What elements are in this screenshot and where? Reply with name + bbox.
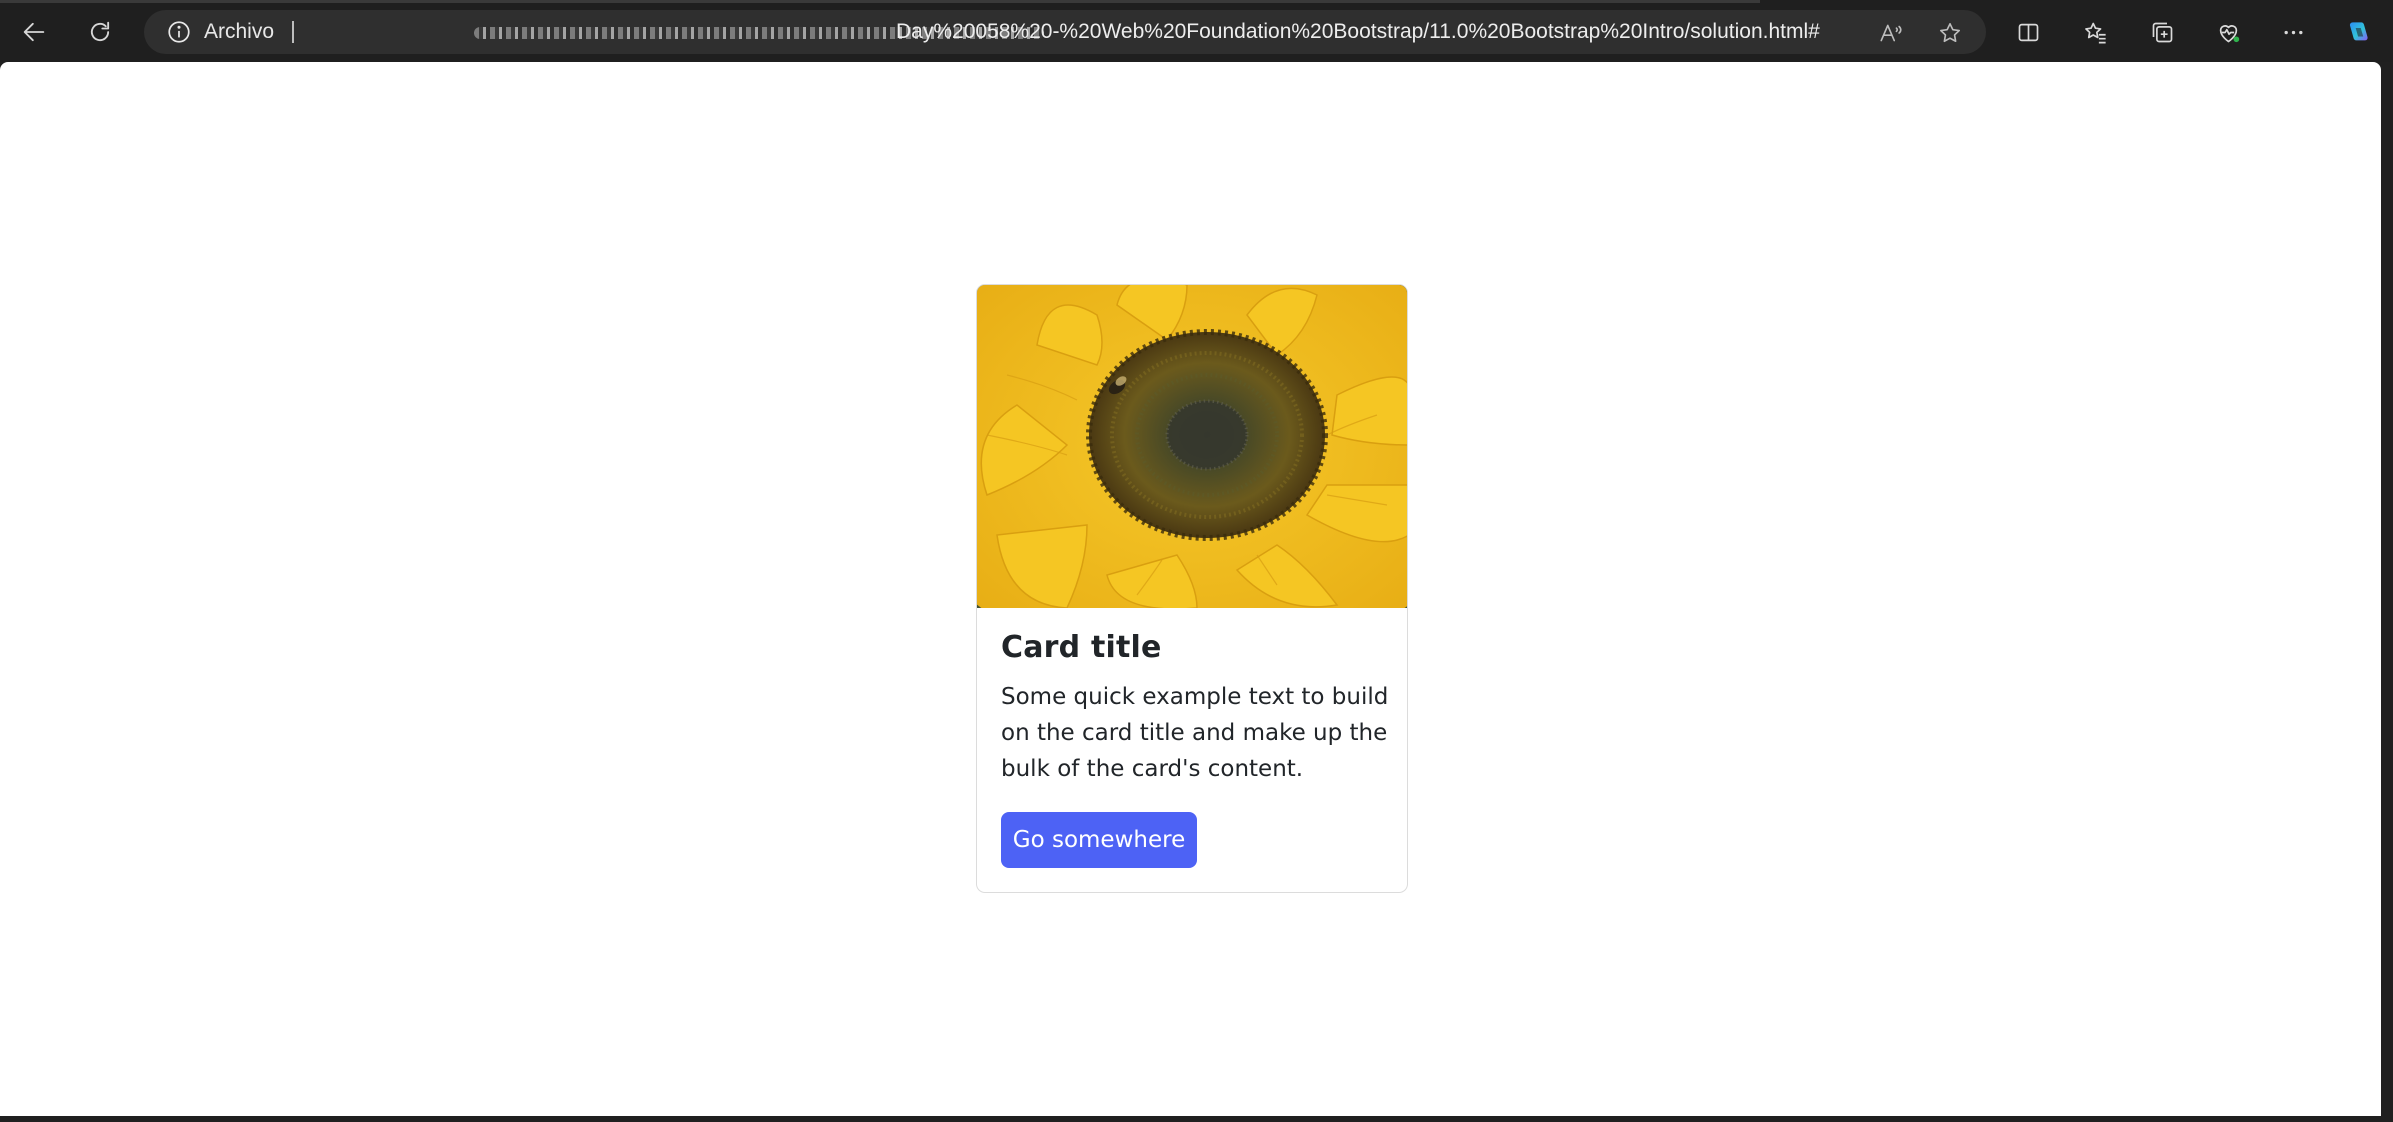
tab-strip-edge [0, 0, 1760, 3]
collections-icon[interactable] [2142, 12, 2182, 52]
site-info-button[interactable]: Archivo [166, 10, 274, 54]
info-icon [168, 21, 190, 43]
address-bar[interactable]: Archivo Day%20058%20-%20Web%20Foundation… [144, 10, 1986, 54]
address-divider [292, 21, 294, 43]
favorites-icon[interactable] [2075, 12, 2115, 52]
reload-icon[interactable] [76, 10, 124, 54]
more-icon[interactable] [2273, 12, 2313, 52]
sunflower-image [977, 285, 1407, 608]
card: Card title Some quick example text to bu… [976, 284, 1408, 893]
page-viewport: Card title Some quick example text to bu… [0, 62, 2381, 1116]
url-text[interactable]: Day%20058%20-%20Web%20Foundation%20Boots… [896, 10, 1820, 54]
browser-toolbar: Archivo Day%20058%20-%20Web%20Foundation… [0, 0, 2393, 62]
card-body: Card title Some quick example text to bu… [1001, 608, 1391, 787]
star-icon[interactable] [1935, 18, 1965, 48]
card-text: Some quick example text to build on the … [1001, 684, 1389, 782]
read-aloud-icon[interactable] [1876, 18, 1906, 48]
browser-essentials-icon[interactable] [2208, 12, 2248, 52]
copilot-icon[interactable] [2338, 12, 2378, 52]
go-somewhere-button[interactable]: Go somewhere [1001, 812, 1197, 868]
site-info-label: Archivo [204, 20, 275, 43]
back-arrow-icon[interactable] [10, 10, 58, 54]
card-title: Card title [1001, 630, 1162, 665]
split-screen-icon[interactable] [2008, 12, 2048, 52]
